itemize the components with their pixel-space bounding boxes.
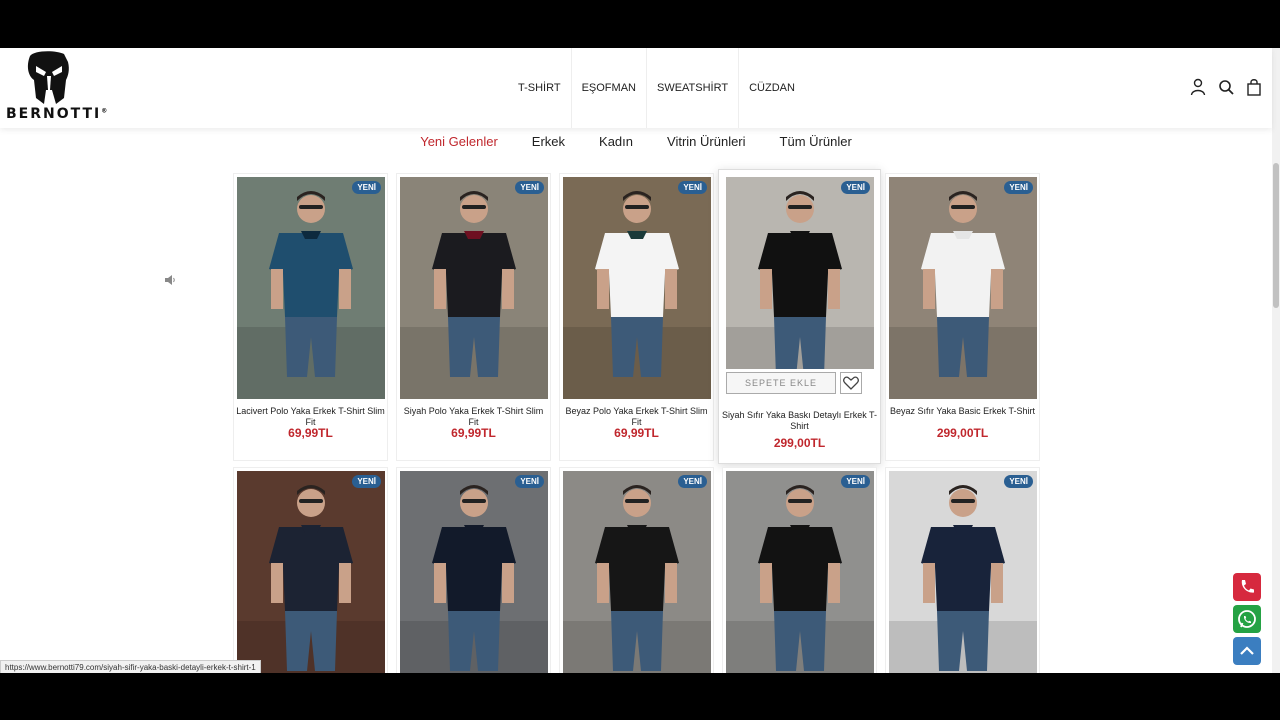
product-card[interactable]: YENİ bbox=[885, 467, 1040, 673]
nav-cuzdan[interactable]: CÜZDAN bbox=[739, 48, 805, 128]
speaker-icon bbox=[165, 275, 175, 285]
new-badge: YENİ bbox=[352, 475, 381, 488]
page-viewport: BERNOTTI® T-SHİRT EŞOFMAN SWEATSHİRT CÜZ… bbox=[0, 48, 1280, 673]
product-card[interactable]: YENİ SEPETE EKLE Siyah Sıfır Yaka Baskı De… bbox=[718, 169, 881, 464]
product-image[interactable]: YENİ bbox=[563, 471, 711, 673]
tab-yeni-gelenler[interactable]: Yeni Gelenler bbox=[403, 130, 515, 160]
product-image[interactable]: YENİ bbox=[400, 471, 548, 673]
tab-vitrin-urunleri[interactable]: Vitrin Ürünleri bbox=[650, 130, 763, 160]
scroll-top-button[interactable] bbox=[1233, 637, 1261, 665]
tab-kadin[interactable]: Kadın bbox=[582, 130, 650, 160]
product-price: 69,99TL bbox=[451, 426, 496, 440]
header-actions bbox=[1190, 78, 1262, 96]
product-image[interactable]: YENİ bbox=[889, 471, 1037, 673]
phone-call-button[interactable] bbox=[1233, 573, 1261, 601]
main-nav: T-SHİRT EŞOFMAN SWEATSHİRT CÜZDAN bbox=[508, 48, 805, 128]
product-image[interactable]: YENİ bbox=[889, 177, 1037, 399]
product-name[interactable]: Siyah Polo Yaka Erkek T-Shirt Slim Fit bbox=[399, 406, 548, 428]
product-price: 299,00TL bbox=[936, 426, 989, 440]
product-image[interactable]: YENİ bbox=[726, 471, 874, 673]
new-badge: YENİ bbox=[841, 475, 870, 488]
product-price: 69,99TL bbox=[288, 426, 333, 440]
product-card[interactable]: YENİ Siyah Polo Yaka Erkek T-Shirt Slim F… bbox=[396, 173, 551, 461]
tab-tum-urunler[interactable]: Tüm Ürünler bbox=[763, 130, 869, 160]
whatsapp-button[interactable] bbox=[1233, 605, 1261, 633]
link-status-bar: https://www.bernotti79.com/siyah-sifir-y… bbox=[0, 660, 261, 673]
product-name[interactable]: Beyaz Polo Yaka Erkek T-Shirt Slim Fit bbox=[562, 406, 711, 428]
product-image[interactable]: YENİ bbox=[563, 177, 711, 399]
new-badge: YENİ bbox=[515, 475, 544, 488]
nav-esofman[interactable]: EŞOFMAN bbox=[572, 48, 647, 128]
new-badge: YENİ bbox=[678, 475, 707, 488]
product-card[interactable]: YENİ bbox=[396, 467, 551, 673]
new-badge: YENİ bbox=[841, 181, 870, 194]
new-badge: YENİ bbox=[1004, 181, 1033, 194]
product-image[interactable]: YENİ bbox=[237, 471, 385, 673]
brand-name: BERNOTTI® bbox=[6, 106, 110, 122]
whatsapp-icon bbox=[1238, 610, 1256, 628]
product-image[interactable]: YENİ bbox=[237, 177, 385, 399]
new-badge: YENİ bbox=[352, 181, 381, 194]
site-header: BERNOTTI® T-SHİRT EŞOFMAN SWEATSHİRT CÜZ… bbox=[0, 48, 1272, 128]
product-name[interactable]: Beyaz Sıfır Yaka Basic Erkek T-Shirt bbox=[888, 406, 1037, 417]
product-price: 299,00TL bbox=[773, 436, 826, 450]
add-to-cart-button[interactable]: SEPETE EKLE bbox=[726, 372, 836, 394]
product-card[interactable]: YENİ Beyaz Sıfır Yaka Basic Erkek T-Shirt… bbox=[885, 173, 1040, 461]
user-icon[interactable] bbox=[1190, 78, 1206, 96]
product-card[interactable]: YENİ Beyaz Polo Yaka Erkek T-Shirt Slim F… bbox=[559, 173, 714, 461]
spartan-helmet-icon bbox=[27, 51, 69, 104]
product-price: 69,99TL bbox=[614, 426, 659, 440]
chevron-up-icon bbox=[1240, 646, 1254, 655]
product-tabs: Yeni Gelenler Erkek Kadın Vitrin Ürünler… bbox=[0, 130, 1272, 160]
product-image[interactable]: YENİ bbox=[726, 177, 874, 369]
heart-icon bbox=[843, 376, 859, 390]
product-image[interactable]: YENİ bbox=[400, 177, 548, 399]
new-badge: YENİ bbox=[1004, 475, 1033, 488]
search-icon[interactable] bbox=[1218, 78, 1234, 96]
bag-icon[interactable] bbox=[1246, 78, 1262, 96]
new-badge: YENİ bbox=[515, 181, 544, 194]
favorite-button[interactable] bbox=[840, 372, 862, 394]
scrollbar-thumb[interactable] bbox=[1273, 163, 1279, 308]
page-scrollbar[interactable] bbox=[1272, 48, 1280, 673]
product-card[interactable]: YENİ bbox=[559, 467, 714, 673]
product-card[interactable]: YENİ bbox=[722, 467, 877, 673]
nav-tshirt[interactable]: T-SHİRT bbox=[508, 48, 572, 128]
product-name[interactable]: Lacivert Polo Yaka Erkek T-Shirt Slim Fi… bbox=[236, 406, 385, 428]
nav-sweatshirt[interactable]: SWEATSHİRT bbox=[647, 48, 740, 128]
new-badge: YENİ bbox=[678, 181, 707, 194]
phone-icon bbox=[1241, 580, 1254, 593]
product-card[interactable]: YENİ bbox=[233, 467, 388, 673]
product-name[interactable]: Siyah Sıfır Yaka Baskı Detaylı Erkek T-S… bbox=[721, 410, 878, 432]
tab-erkek[interactable]: Erkek bbox=[515, 130, 582, 160]
product-card[interactable]: YENİ Lacivert Polo Yaka Erkek T-Shirt Sli… bbox=[233, 173, 388, 461]
